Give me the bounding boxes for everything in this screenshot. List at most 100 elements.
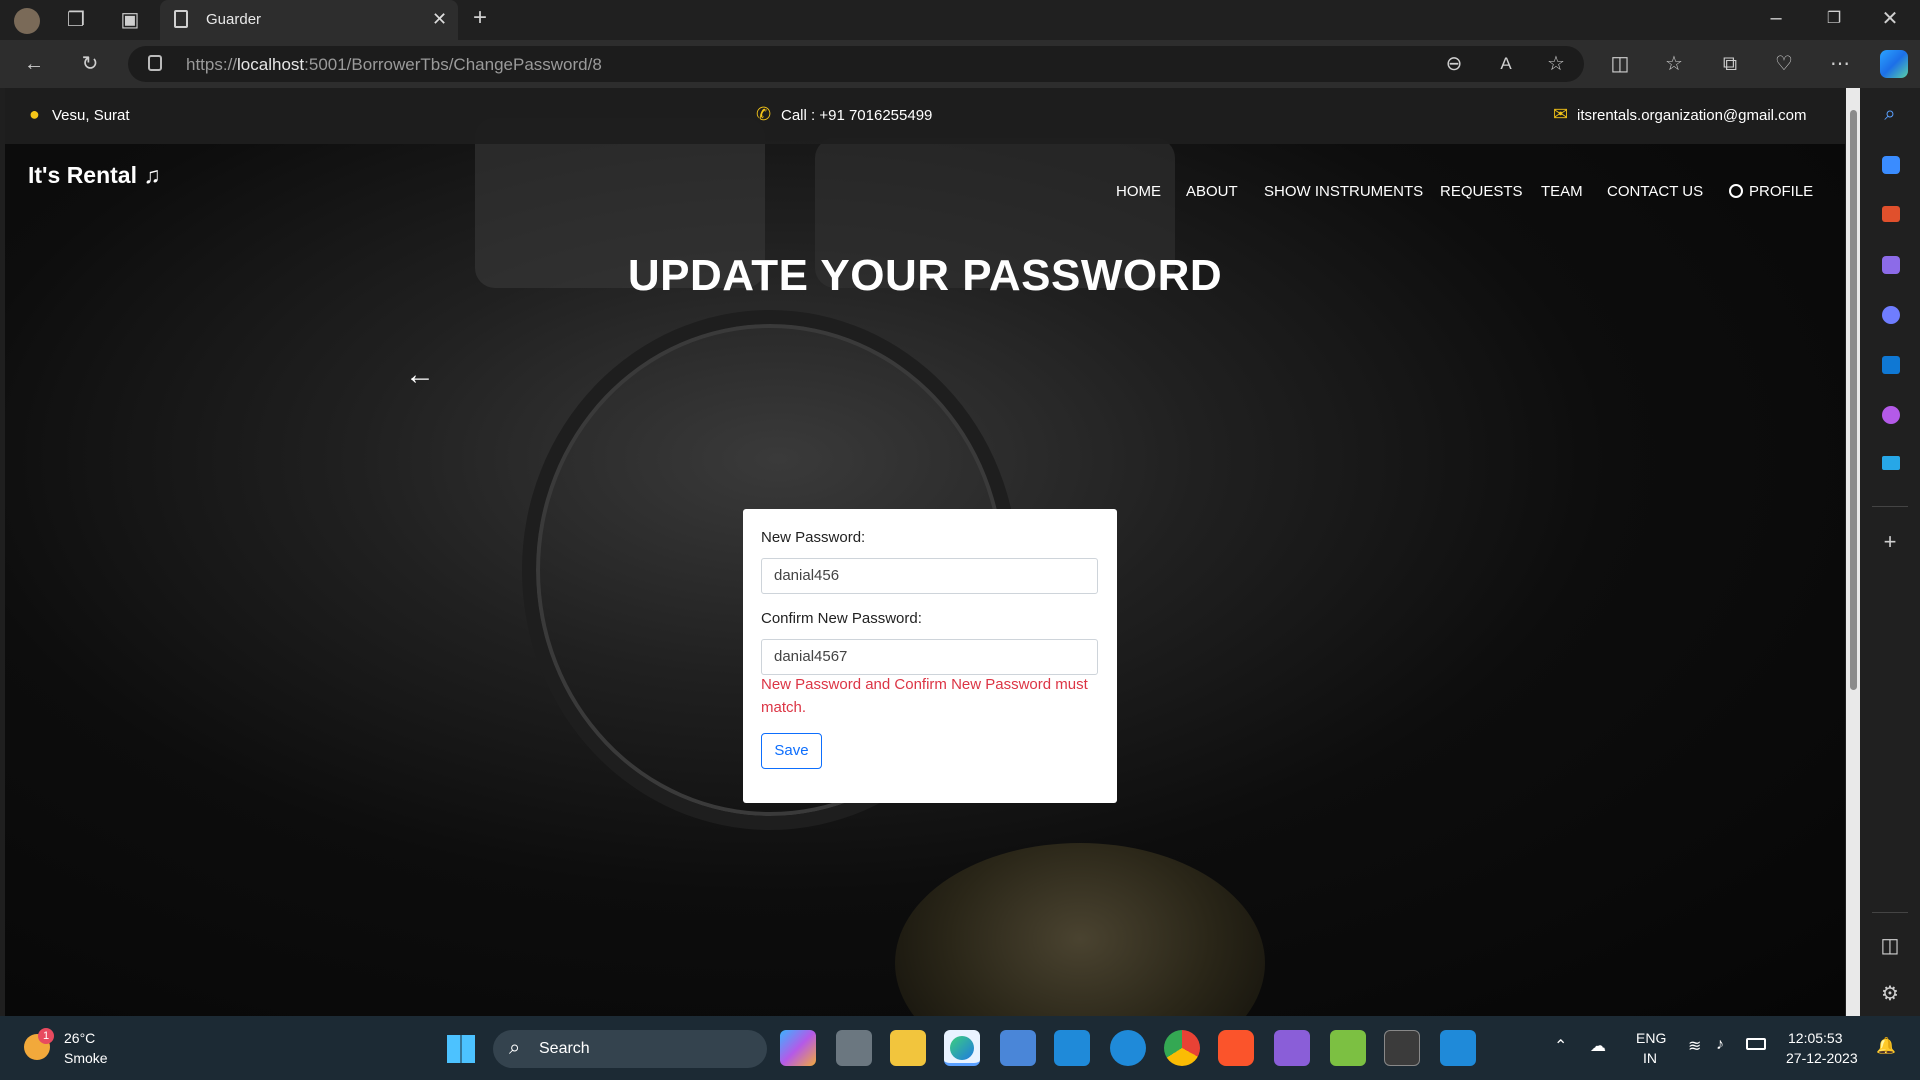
edge-sidebar: ⌕ + ◫ ⚙ [1860,88,1920,1016]
chrome-icon[interactable] [1164,1030,1200,1066]
user-circle-icon [1729,184,1743,198]
dev-tool-icon[interactable] [1330,1030,1366,1066]
shopping-icon[interactable] [1882,156,1900,174]
outlook-icon[interactable] [1882,356,1900,374]
sidebar-settings-icon[interactable]: ⚙ [1876,984,1904,1004]
weather-badge: 1 [38,1028,54,1044]
url-text: https://localhost:5001/BorrowerTbs/Chang… [186,55,602,75]
games-icon[interactable] [1882,256,1900,274]
vscode-icon[interactable] [1440,1030,1476,1066]
collections-icon[interactable]: ⧉ [1716,54,1744,74]
wifi-icon[interactable]: ≋ [1688,1036,1701,1056]
phone-icon: ✆ [756,104,772,124]
brand-text: It's Rental [28,162,137,188]
profile-avatar[interactable] [14,8,40,34]
nav-about[interactable]: ABOUT [1186,183,1238,200]
edge-logo [950,1036,974,1060]
page-icon [174,10,188,28]
taskbar-search[interactable]: ⌕ Search [493,1030,767,1068]
visual-studio-icon[interactable] [1274,1030,1310,1066]
notification-bell-icon[interactable]: 🔔 [1876,1036,1896,1056]
store-icon[interactable] [1000,1030,1036,1066]
designer-icon[interactable] [1882,406,1900,424]
start-windows-icon[interactable] [447,1035,475,1063]
nav-home[interactable]: HOME [1116,183,1161,200]
sidebar-search-icon[interactable]: ⌕ [1876,104,1904,124]
new-password-label: New Password: [761,529,866,546]
more-icon[interactable]: ⋯ [1826,54,1854,74]
back-arrow-icon[interactable]: ← [405,358,435,392]
lock-icon [148,55,162,71]
volume-icon[interactable]: ♪ [1716,1036,1724,1054]
zoom-icon[interactable]: ⊖ [1440,54,1468,74]
language-eng[interactable]: ENG [1636,1030,1666,1046]
refresh-icon[interactable]: ↻ [76,54,104,74]
mail-icon: ✉ [1553,104,1569,124]
minimize-icon[interactable]: – [1762,8,1790,28]
chevron-up-icon[interactable]: ⌃ [1554,1036,1567,1056]
call-text[interactable]: Call : +91 7016255499 [781,107,932,124]
page-title: UPDATE YOUR PASSWORD [627,251,1223,300]
sidebar-add-icon[interactable]: + [1876,531,1904,553]
nav-team[interactable]: TEAM [1541,183,1583,200]
weather-widget[interactable]: 1 26°C Smoke [22,1028,132,1068]
telegram-icon[interactable] [1882,456,1900,470]
new-tab-icon[interactable]: + [466,6,494,30]
page-scrollbar[interactable] [1846,88,1860,1016]
nav-show-instruments[interactable]: SHOW INSTRUMENTS [1264,183,1423,200]
close-window-icon[interactable]: ✕ [1876,9,1904,29]
file-explorer-icon[interactable] [890,1030,926,1066]
new-password-input[interactable]: danial456 [761,558,1098,594]
favorites-icon[interactable]: ☆ [1660,54,1688,74]
read-aloud-icon[interactable]: A [1492,54,1520,74]
search-icon: ⌕ [509,1037,521,1059]
cloud-off-icon[interactable]: ☁ [1590,1036,1606,1056]
clock-date[interactable]: 27-12-2023 [1786,1050,1858,1066]
office-icon[interactable] [1882,306,1900,324]
nav-requests[interactable]: REQUESTS [1440,183,1523,200]
terminal-icon[interactable] [1384,1030,1420,1066]
sidebar-divider [1872,506,1908,507]
favorite-star-icon[interactable]: ☆ [1542,54,1570,74]
confirm-password-input[interactable]: danial4567 [761,639,1098,675]
brave-icon[interactable] [1218,1030,1254,1066]
cymbal-decoration [895,843,1265,1016]
location-text: Vesu, Surat [52,107,130,124]
battery-icon[interactable] [1746,1038,1766,1050]
edge-app-icon[interactable] [944,1030,980,1066]
search-label: Search [539,1040,590,1057]
clock-time[interactable]: 12:05:53 [1788,1030,1843,1046]
url-scheme: https:// [186,55,238,74]
brand-logo[interactable]: It's Rental ♫ [28,162,161,189]
copilot-app-icon[interactable] [780,1030,816,1066]
back-icon[interactable]: ← [20,54,48,74]
hide-sidebar-icon[interactable]: ◫ [1876,936,1904,956]
weather-temp: 26°C [64,1030,96,1046]
copilot-icon[interactable] [1880,50,1908,78]
task-view-icon[interactable] [836,1030,872,1066]
restore-icon[interactable]: ❐ [1820,9,1848,29]
health-icon[interactable]: ♡ [1770,54,1798,74]
nav-contact-us[interactable]: CONTACT US [1607,183,1703,200]
save-button[interactable]: Save [761,733,822,769]
location-pin-icon: ● [29,104,40,124]
nav-profile[interactable]: PROFILE [1729,183,1813,200]
split-screen-icon[interactable]: ◫ [1606,54,1634,74]
help-icon[interactable] [1110,1030,1146,1066]
myhp-icon[interactable] [1054,1030,1090,1066]
tab-guarder[interactable]: Guarder ✕ [160,0,458,40]
windows-taskbar: 1 26°C Smoke ⌕ Search ⌃ ☁ ENG IN ≋ ♪ 12:… [0,1016,1920,1080]
web-page: ● Vesu, Surat ✆ Call : +91 7016255499 ✉ … [5,88,1845,1016]
email-text[interactable]: itsrentals.organization@gmail.com [1577,107,1807,124]
language-in[interactable]: IN [1643,1050,1657,1066]
scrollbar-thumb[interactable] [1850,110,1857,690]
confirm-password-label: Confirm New Password: [761,610,922,627]
close-tab-icon[interactable]: ✕ [432,9,447,30]
nav-profile-label: PROFILE [1749,183,1814,200]
tools-icon[interactable] [1882,206,1900,222]
browser-titlebar: ❐ ▣ Guarder ✕ + – ❐ ✕ [0,0,1920,40]
address-bar[interactable]: https://localhost:5001/BorrowerTbs/Chang… [128,46,1584,82]
workspaces-icon[interactable]: ❐ [62,10,90,30]
tab-actions-icon[interactable]: ▣ [116,10,144,30]
sidebar-divider-bottom [1872,912,1908,913]
